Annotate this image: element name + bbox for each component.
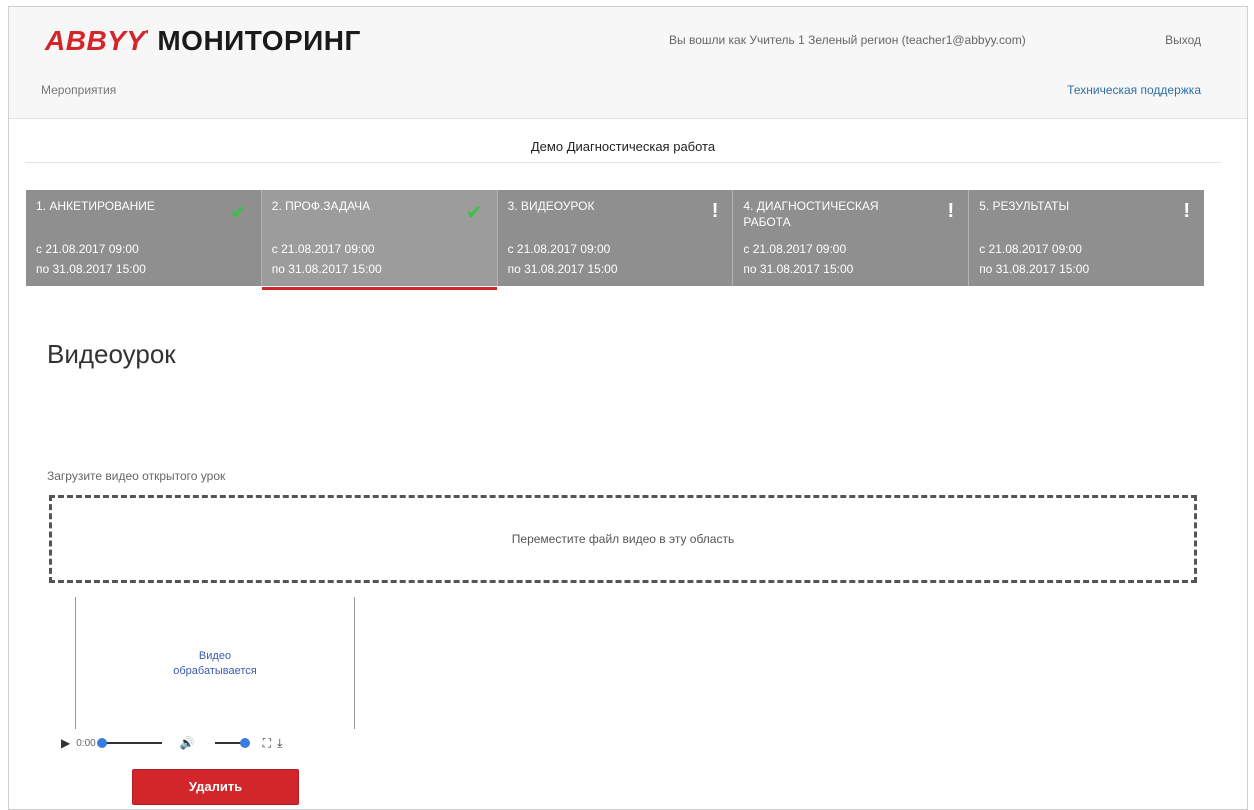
logo[interactable]: ABBYY' МОНИТОРИНГ — [45, 25, 361, 57]
step-date-from: с 21.08.2017 09:00 — [36, 242, 139, 256]
support-link[interactable]: Техническая поддержка — [1067, 83, 1201, 97]
logo-product: МОНИТОРИНГ — [157, 25, 361, 56]
exclamation-icon: ! — [947, 200, 955, 222]
video-status-line1: Видео — [198, 650, 232, 662]
dropzone-text: Переместите файл видео в эту область — [511, 532, 735, 546]
user-info: Вы вошли как Учитель 1 Зеленый регион (t… — [669, 33, 1026, 47]
volume-knob[interactable] — [239, 738, 250, 748]
step-date-from: с 21.08.2017 09:00 — [271, 242, 375, 256]
video-status-line2: обрабатывается — [173, 665, 257, 677]
page-title: Видеоурок — [47, 339, 176, 369]
step-date-to: по 31.08.2017 15:00 — [507, 262, 618, 276]
step-date-from: с 21.08.2017 09:00 — [743, 242, 847, 256]
step-title: 2. Проф.задача — [271, 199, 371, 213]
step-results[interactable]: 5. Результаты ! с 21.08.2017 09:00 по 31… — [969, 190, 1204, 286]
check-icon: ✔ — [465, 202, 483, 224]
fullscreen-icon[interactable]: ⛶ — [263, 736, 271, 751]
step-date-to: по 31.08.2017 15:00 — [271, 262, 382, 276]
step-date-to: по 31.08.2017 15:00 — [36, 262, 146, 276]
step-date-from: с 21.08.2017 09:00 — [507, 242, 611, 256]
logo-brand: ABBYY — [45, 25, 146, 56]
nav-events-link[interactable]: Мероприятия — [41, 83, 116, 97]
step-diagnostic-work[interactable]: 4. Диагностическая работа ! с 21.08.2017… — [733, 190, 970, 286]
steps-bar: 1. Анкетирование ✔ с 21.08.2017 09:00 по… — [26, 190, 1204, 290]
step-date-to: по 31.08.2017 15:00 — [979, 262, 1090, 276]
video-controls: ▶ 0:00 🔊 ⛶ ⤓ — [61, 729, 369, 757]
video-progress-slider[interactable] — [96, 738, 162, 748]
volume-slider[interactable] — [214, 738, 250, 748]
step-title: 5. Результаты — [979, 199, 1070, 213]
delete-button[interactable]: Удалить — [132, 769, 299, 805]
logo-mark: ' — [145, 26, 150, 43]
step-title: 1. Анкетирование — [36, 199, 155, 213]
page-frame: ABBYY' МОНИТОРИНГ Вы вошли как Учитель 1 … — [8, 6, 1248, 810]
progress-knob[interactable] — [96, 738, 107, 748]
volume-icon[interactable]: 🔊 — [180, 736, 195, 750]
play-icon[interactable]: ▶ — [61, 736, 70, 750]
step-date-from: с 21.08.2017 09:00 — [979, 242, 1082, 256]
exclamation-icon: ! — [711, 200, 719, 222]
header: ABBYY' МОНИТОРИНГ Вы вошли как Учитель 1 … — [9, 7, 1247, 119]
video-time: 0:00 — [76, 737, 96, 749]
check-icon: ✔ — [230, 202, 247, 224]
logout-link[interactable]: Выход — [1165, 33, 1201, 47]
event-title: Демо Диагностическая работа — [25, 139, 1221, 163]
video-dropzone[interactable]: Переместите файл видео в эту область — [49, 495, 1197, 583]
exclamation-icon: ! — [1183, 200, 1190, 222]
step-title: 4. Диагностическая работа — [743, 199, 879, 229]
step-video-lesson[interactable]: 3. Видеоурок ! с 21.08.2017 09:00 по 31.… — [498, 190, 734, 286]
step-prof-task[interactable]: 2. Проф.задача ✔ с 21.08.2017 09:00 по 3… — [261, 190, 498, 290]
step-survey[interactable]: 1. Анкетирование ✔ с 21.08.2017 09:00 по… — [26, 190, 262, 286]
step-title: 3. Видеоурок — [507, 199, 595, 213]
download-icon[interactable]: ⤓ — [277, 736, 282, 751]
step-date-to: по 31.08.2017 15:00 — [743, 262, 854, 276]
video-processing-message: Видео обрабатывается — [76, 649, 354, 679]
upload-label: Загрузите видео открытого урок — [47, 469, 226, 483]
